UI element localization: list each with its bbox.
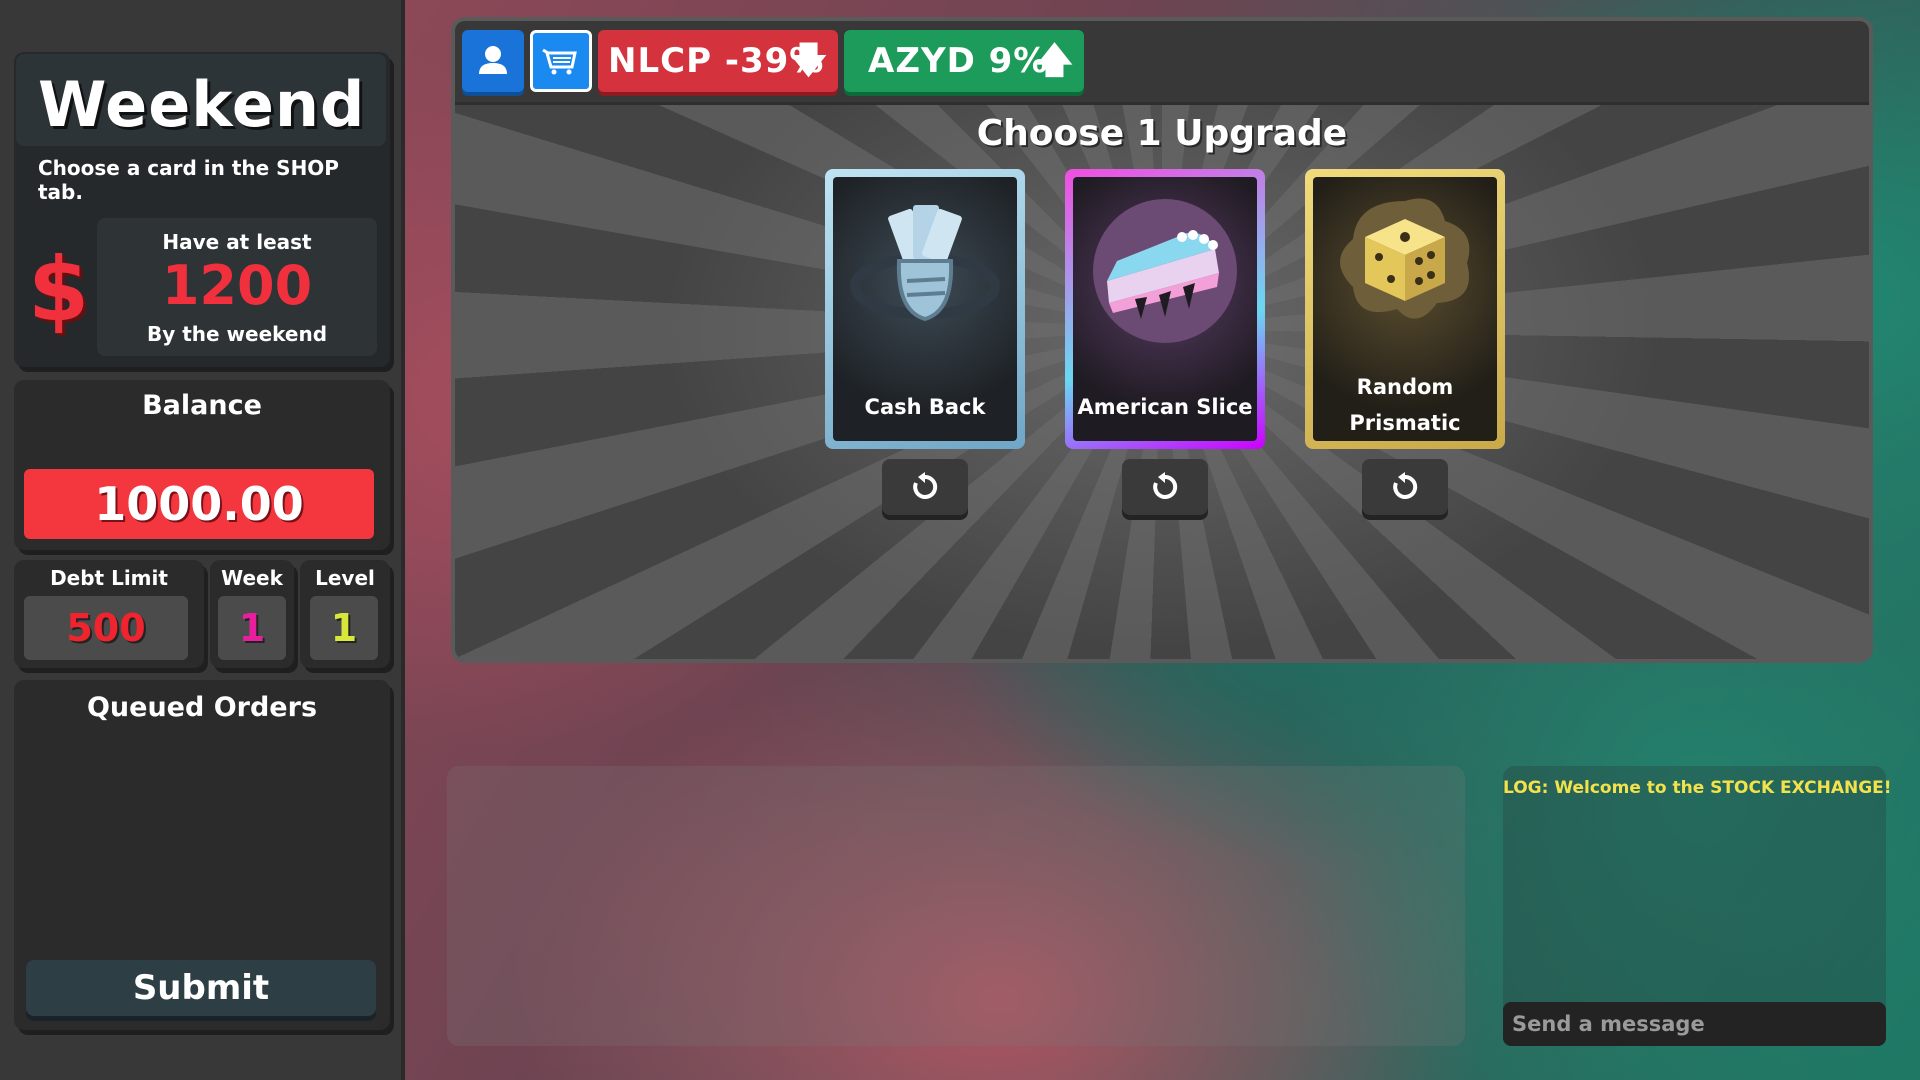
level-label: Level bbox=[315, 566, 375, 590]
goal-line1: Have at least bbox=[162, 230, 312, 254]
reroll-button[interactable] bbox=[882, 459, 968, 515]
debt-limit-label: Debt Limit bbox=[50, 566, 168, 590]
card-label-line1: Random bbox=[1356, 375, 1454, 399]
card-inner: Cash Back bbox=[833, 177, 1017, 441]
upgrade-card-american-slice[interactable]: American Slice bbox=[1065, 169, 1265, 449]
card-label: Cash Back bbox=[864, 395, 986, 419]
user-icon bbox=[479, 46, 507, 74]
log-panel: LOG: Welcome to the STOCK EXCHANGE! bbox=[1503, 766, 1892, 1046]
reroll-icon bbox=[913, 472, 938, 499]
dice-icon bbox=[1340, 198, 1470, 319]
balance-value: 1000.00 bbox=[24, 469, 374, 539]
submit-button[interactable]: Submit bbox=[26, 960, 376, 1016]
week-value: 1 bbox=[218, 596, 286, 660]
goal-line3: By the weekend bbox=[146, 322, 328, 346]
ticker-azyd-label: AZYD 9% bbox=[868, 41, 1049, 81]
top-tab-bar: NLCP -39% 🡇 AZYD 9% 🡅 bbox=[455, 21, 1869, 105]
sidebar: Weekend Choose a card in the SHOP tab. $… bbox=[0, 0, 405, 1080]
cart-icon bbox=[542, 48, 577, 75]
chat-input[interactable] bbox=[1503, 1002, 1886, 1046]
dollar-icon: $ bbox=[28, 238, 90, 341]
debt-limit-panel: Debt Limit 500 bbox=[14, 560, 204, 668]
tab-profile[interactable] bbox=[462, 30, 524, 92]
goal-subtitle: Choose a card in the SHOP tab. bbox=[38, 156, 339, 204]
ticker-azyd[interactable]: AZYD 9% 🡅 bbox=[844, 30, 1084, 92]
reroll-button[interactable] bbox=[1362, 459, 1448, 515]
chart-area bbox=[447, 766, 1465, 1046]
level-panel: Level 1 bbox=[300, 560, 390, 668]
pie-slice-icon bbox=[1093, 199, 1237, 343]
reroll-icon bbox=[1393, 472, 1418, 499]
upgrade-card-cash-back[interactable]: Cash Back bbox=[825, 169, 1025, 449]
goal-title: Weekend bbox=[38, 68, 366, 141]
queued-orders-label: Queued Orders bbox=[86, 692, 318, 723]
card-label: American Slice bbox=[1077, 395, 1253, 419]
goal-panel: Weekend Choose a card in the SHOP tab. $… bbox=[14, 52, 390, 367]
goal-requirement: Have at least 1200 By the weekend bbox=[97, 218, 377, 356]
debt-limit-value: 500 bbox=[24, 596, 188, 660]
card-inner: Random Prismatic bbox=[1313, 177, 1497, 441]
card-inner: American Slice bbox=[1073, 177, 1257, 441]
cash-fist-icon bbox=[850, 205, 1000, 322]
goal-title-bar: Weekend bbox=[16, 54, 386, 146]
goal-amount: 1200 bbox=[161, 254, 313, 317]
arrow-down-icon: 🡇 bbox=[789, 40, 828, 81]
choose-upgrade-title: Choose 1 Upgrade bbox=[976, 113, 1348, 154]
ticker-nlcp[interactable]: NLCP -39% 🡇 bbox=[598, 30, 838, 92]
reroll-icon bbox=[1153, 472, 1178, 499]
upgrade-card-random-prismatic[interactable]: Random Prismatic bbox=[1305, 169, 1505, 449]
balance-panel: Balance 1000.00 bbox=[14, 380, 390, 550]
arrow-up-icon: 🡅 bbox=[1035, 40, 1074, 81]
tab-shop[interactable] bbox=[530, 30, 592, 92]
balance-label: Balance bbox=[142, 390, 262, 421]
queued-orders-panel: Queued Orders Submit bbox=[14, 680, 390, 1030]
log-message: LOG: Welcome to the STOCK EXCHANGE! bbox=[1503, 778, 1892, 798]
level-value: 1 bbox=[310, 596, 378, 660]
week-label: Week bbox=[221, 566, 283, 590]
shop-panel: NLCP -39% 🡇 AZYD 9% 🡅 Choose 1 Upgrade C… bbox=[451, 17, 1873, 663]
week-panel: Week 1 bbox=[210, 560, 294, 668]
card-label-line2: Prismatic bbox=[1349, 411, 1461, 435]
reroll-button[interactable] bbox=[1122, 459, 1208, 515]
